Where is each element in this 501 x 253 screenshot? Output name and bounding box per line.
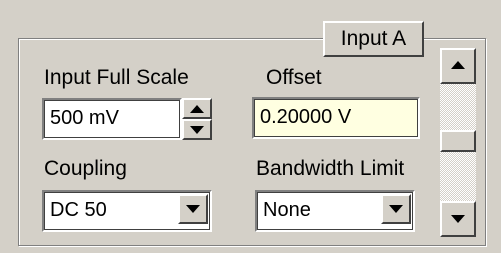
coupling-dropdown-button[interactable] (178, 194, 208, 224)
chevron-down-icon (186, 205, 200, 213)
chevron-down-icon (389, 205, 403, 213)
arrow-up-icon (451, 61, 465, 69)
arrow-down-icon (451, 215, 465, 223)
input-full-scale-label: Input Full Scale (44, 66, 189, 89)
input-full-scale-field[interactable]: 500 mV (42, 98, 182, 140)
spin-down-button[interactable] (182, 119, 212, 140)
scroll-down-button[interactable] (440, 201, 476, 237)
bandwidth-dropdown-button[interactable] (381, 194, 411, 224)
offset-label: Offset (266, 66, 322, 89)
bandwidth-limit-value: None (263, 199, 311, 221)
scroll-up-button[interactable] (440, 48, 476, 84)
offset-field[interactable]: 0.20000 V (252, 97, 420, 139)
bandwidth-limit-label: Bandwidth Limit (256, 157, 405, 180)
coupling-value: DC 50 (50, 199, 107, 221)
arrow-down-icon (190, 126, 204, 134)
tab-input-a[interactable]: Input A (323, 21, 424, 57)
spin-up-button[interactable] (182, 98, 212, 119)
arrow-up-icon (190, 105, 204, 113)
scroll-thumb[interactable] (440, 130, 476, 152)
coupling-label: Coupling (44, 157, 127, 180)
